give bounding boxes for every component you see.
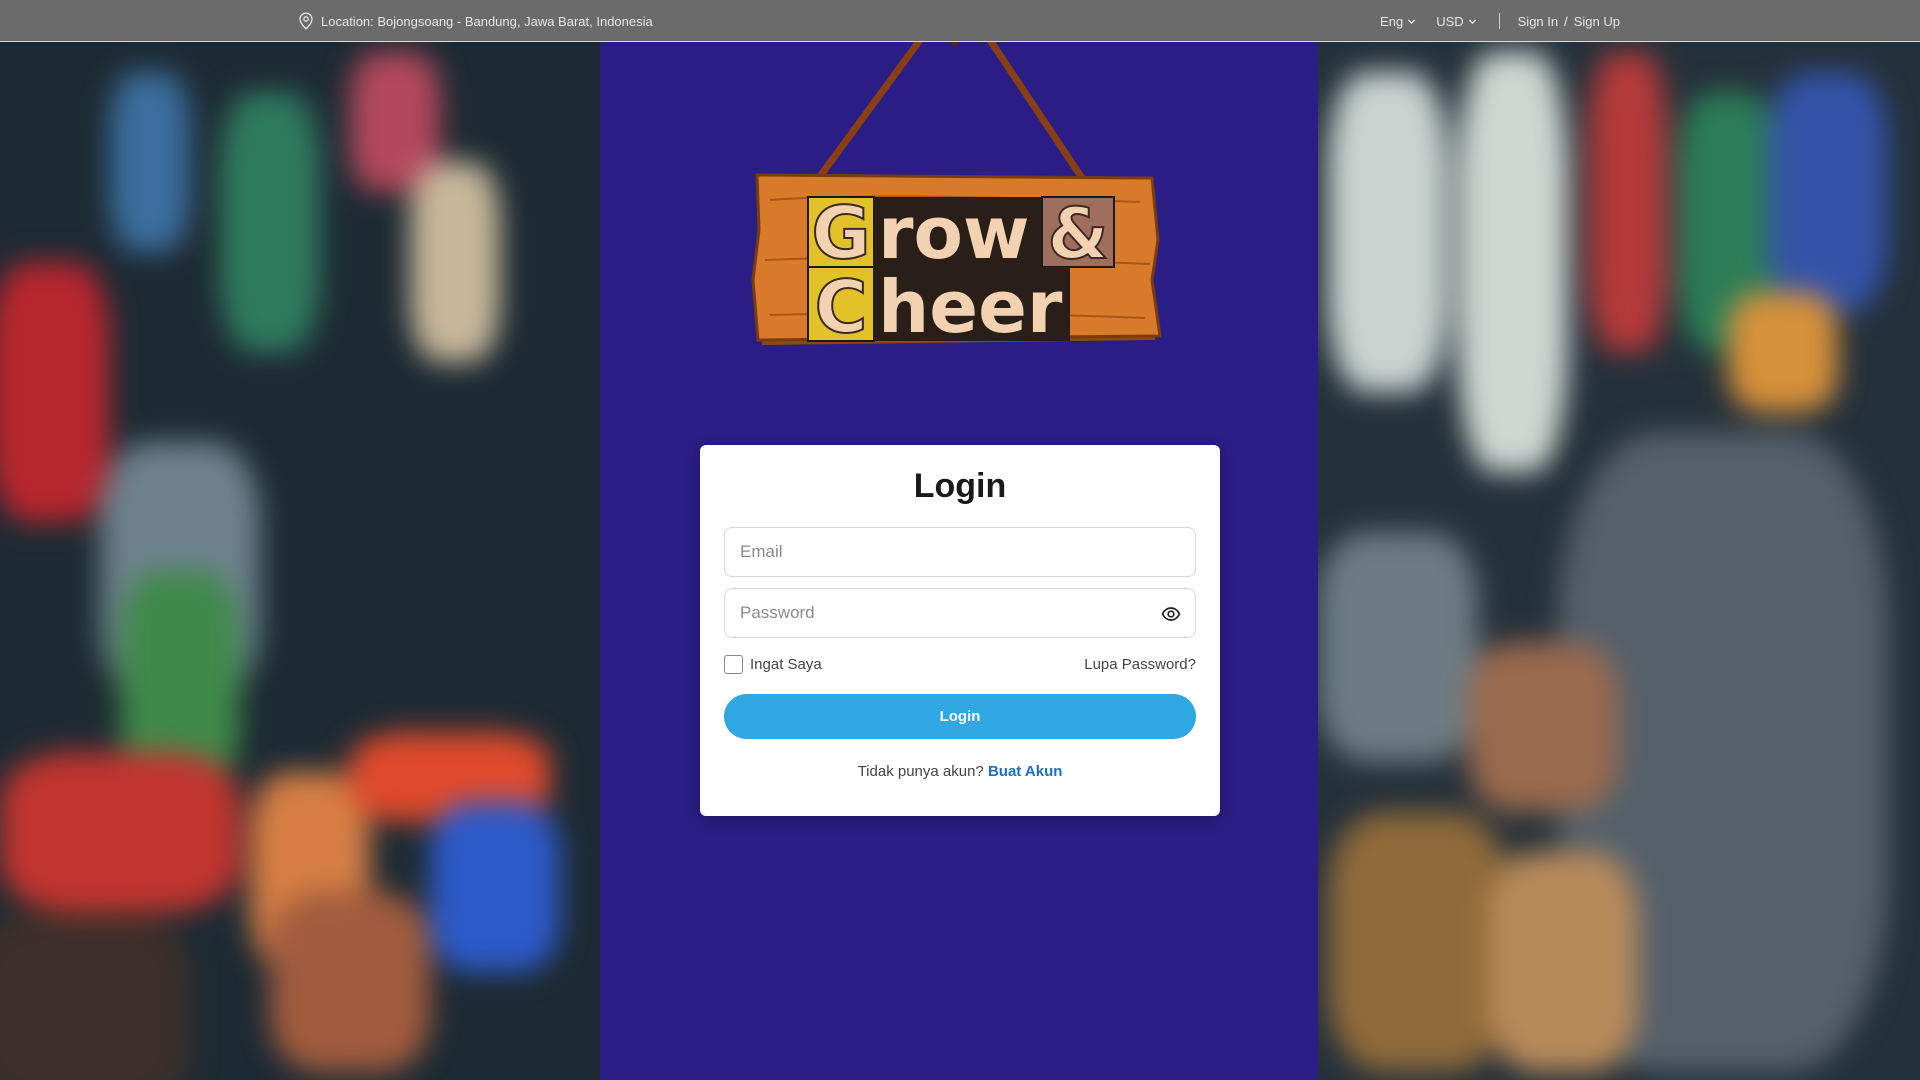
sign-up-link[interactable]: Sign Up bbox=[1574, 14, 1620, 29]
create-account-link[interactable]: Buat Akun bbox=[988, 763, 1062, 780]
email-field-wrapper bbox=[724, 527, 1196, 577]
password-input[interactable] bbox=[725, 589, 1195, 637]
signup-prompt: Tidak punya akun? Buat Akun bbox=[700, 763, 1220, 780]
logo-word-heer: heer bbox=[878, 265, 1063, 349]
eye-icon[interactable] bbox=[1161, 604, 1181, 624]
chevron-down-icon bbox=[1468, 18, 1476, 24]
language-label: Eng bbox=[1380, 13, 1404, 29]
chevron-down-icon bbox=[1408, 18, 1416, 24]
email-input[interactable] bbox=[725, 528, 1195, 576]
currency-dropdown[interactable]: USD bbox=[1436, 14, 1476, 29]
login-title: Login bbox=[913, 467, 1007, 505]
topbar-right: Eng USD Sign In / Sign Up bbox=[1360, 0, 1620, 42]
remember-me[interactable]: Ingat Saya bbox=[724, 654, 822, 674]
remember-me-label: Ingat Saya bbox=[750, 655, 822, 673]
logo-letter-c: C bbox=[815, 265, 868, 349]
divider bbox=[1498, 13, 1500, 29]
background-photo-left bbox=[0, 42, 600, 1080]
language-dropdown[interactable]: Eng bbox=[1380, 14, 1416, 29]
currency-label: USD bbox=[1436, 13, 1464, 29]
login-options-row: Ingat Saya Lupa Password? bbox=[724, 653, 1196, 675]
auth-separator: / bbox=[1564, 13, 1568, 29]
grow-and-cheer-logo: G row & C heer bbox=[751, 40, 1162, 350]
forgot-password-link[interactable]: Lupa Password? bbox=[1084, 656, 1196, 673]
sign-in-link[interactable]: Sign In bbox=[1518, 14, 1558, 29]
logo-letter-g: G bbox=[811, 191, 870, 275]
logo-word-row: row bbox=[878, 191, 1030, 275]
top-bar: Location: Bojongsoang - Bandung, Jawa Ba… bbox=[0, 0, 1920, 42]
location-text: Location: Bojongsoang - Bandung, Jawa Ba… bbox=[321, 13, 653, 29]
login-card: Login Ingat Saya Lupa Password? Login Ti… bbox=[700, 445, 1220, 816]
location-info: Location: Bojongsoang - Bandung, Jawa Ba… bbox=[298, 0, 653, 42]
map-pin-icon bbox=[299, 12, 313, 30]
remember-me-checkbox[interactable] bbox=[724, 654, 743, 674]
login-button[interactable]: Login bbox=[724, 694, 1196, 739]
password-field-wrapper bbox=[724, 588, 1196, 638]
auth-links: Sign In / Sign Up bbox=[1518, 14, 1620, 29]
background-photo-right bbox=[1318, 42, 1920, 1080]
logo-ampersand: & bbox=[1047, 193, 1108, 275]
no-account-text: Tidak punya akun? bbox=[857, 763, 984, 780]
